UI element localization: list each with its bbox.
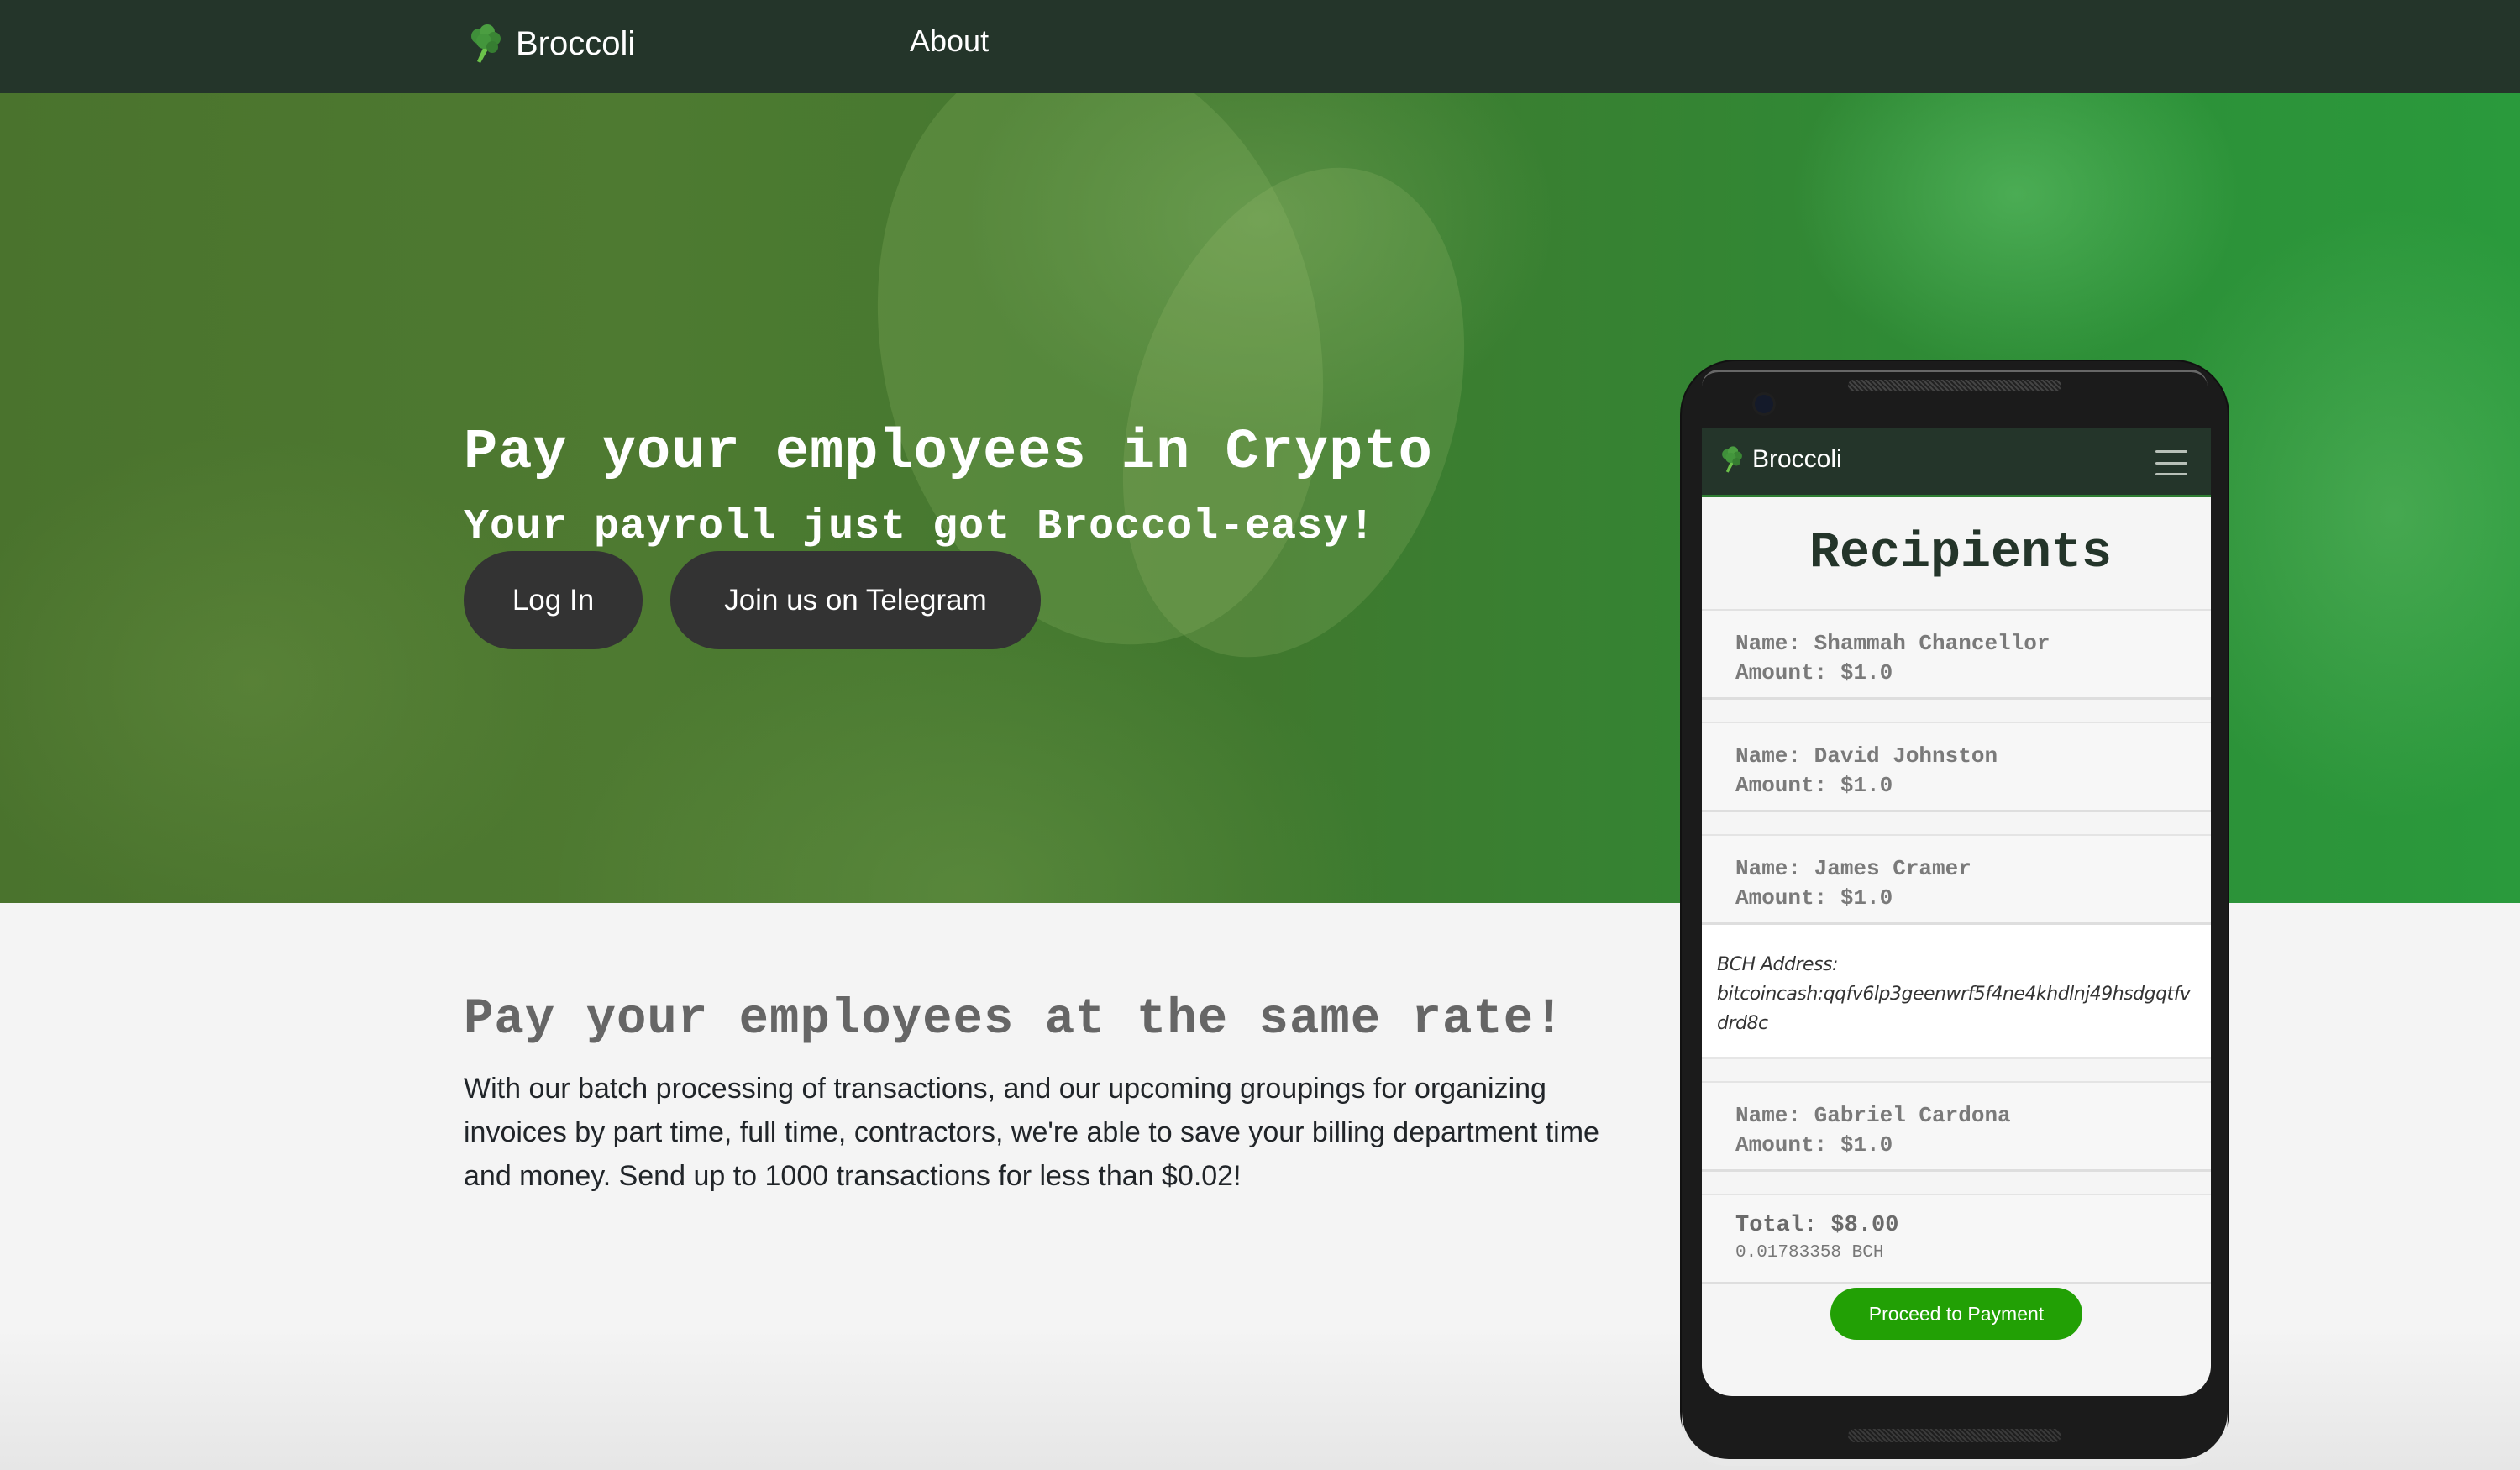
hero-title: Pay your employees in Crypto <box>464 421 1433 485</box>
total-amount: Total: $8.00 <box>1735 1213 1899 1238</box>
total-bch: 0.01783358 BCH <box>1735 1243 1884 1263</box>
bch-address-value: bitcoincash:qqfv6lp3geenwrf5f4ne4khdlnj4… <box>1717 984 2191 1034</box>
broccoli-icon <box>464 23 506 65</box>
recipient-card[interactable]: Name: Gabriel Cardona Amount: $1.0 <box>1702 1083 2211 1172</box>
broccoli-icon <box>1717 445 1746 474</box>
card-divider <box>1702 700 2211 723</box>
recipient-amount: Amount: $1.0 <box>1735 1132 1893 1158</box>
nav-link-about[interactable]: About <box>910 24 989 59</box>
login-button[interactable]: Log In <box>464 551 643 649</box>
hamburger-menu-icon[interactable] <box>2155 450 2187 475</box>
card-divider <box>1702 812 2211 836</box>
recipient-card[interactable]: Name: Shammah Chancellor Amount: $1.0 <box>1702 611 2211 700</box>
brand-link[interactable]: Broccoli <box>464 18 635 69</box>
card-divider <box>1702 1059 2211 1083</box>
features-title: Pay your employees at the same rate! <box>464 991 1565 1047</box>
total-card: Total: $8.00 0.01783358 BCH <box>1702 1195 2211 1284</box>
recipient-name: Name: Shammah Chancellor <box>1735 631 2050 656</box>
phone-brand-name: Broccoli <box>1752 445 1842 473</box>
recipients-title: Recipients <box>1702 497 2211 611</box>
join-telegram-button[interactable]: Join us on Telegram <box>670 551 1041 649</box>
phone-bottom-speaker-icon <box>1848 1429 2061 1442</box>
phone-navbar: Broccoli <box>1702 428 2211 497</box>
bch-address-label: BCH Address: <box>1717 954 1838 975</box>
recipient-name: Name: James Cramer <box>1735 856 1971 881</box>
recipient-card[interactable]: Name: David Johnston Amount: $1.0 <box>1702 723 2211 812</box>
bch-address-card: BCH Address: bitcoincash:qqfv6lp3geenwrf… <box>1702 925 2211 1059</box>
card-divider <box>1702 1172 2211 1195</box>
proceed-to-payment-button[interactable]: Proceed to Payment <box>1830 1288 2082 1340</box>
brand-name: Broccoli <box>516 24 636 62</box>
phone-camera-icon <box>1755 395 1773 413</box>
phone-mockup: Broccoli Recipients Name: Shammah Chance… <box>1682 361 2228 1459</box>
recipient-amount: Amount: $1.0 <box>1735 773 1893 798</box>
recipient-card[interactable]: Name: James Cramer Amount: $1.0 <box>1702 836 2211 925</box>
phone-speaker-icon <box>1848 380 2061 391</box>
recipient-amount: Amount: $1.0 <box>1735 885 1893 911</box>
hero-subtitle: Your payroll just got Broccol-easy! <box>464 503 1376 551</box>
top-navbar: Broccoli About <box>0 0 2520 93</box>
features-text: With our batch processing of transaction… <box>464 1073 1599 1192</box>
recipient-name: Name: Gabriel Cardona <box>1735 1103 2011 1128</box>
phone-brand-link[interactable]: Broccoli <box>1717 445 1842 474</box>
phone-screen: Broccoli Recipients Name: Shammah Chance… <box>1702 428 2211 1396</box>
recipient-name: Name: David Johnston <box>1735 743 1998 769</box>
recipient-amount: Amount: $1.0 <box>1735 660 1893 685</box>
